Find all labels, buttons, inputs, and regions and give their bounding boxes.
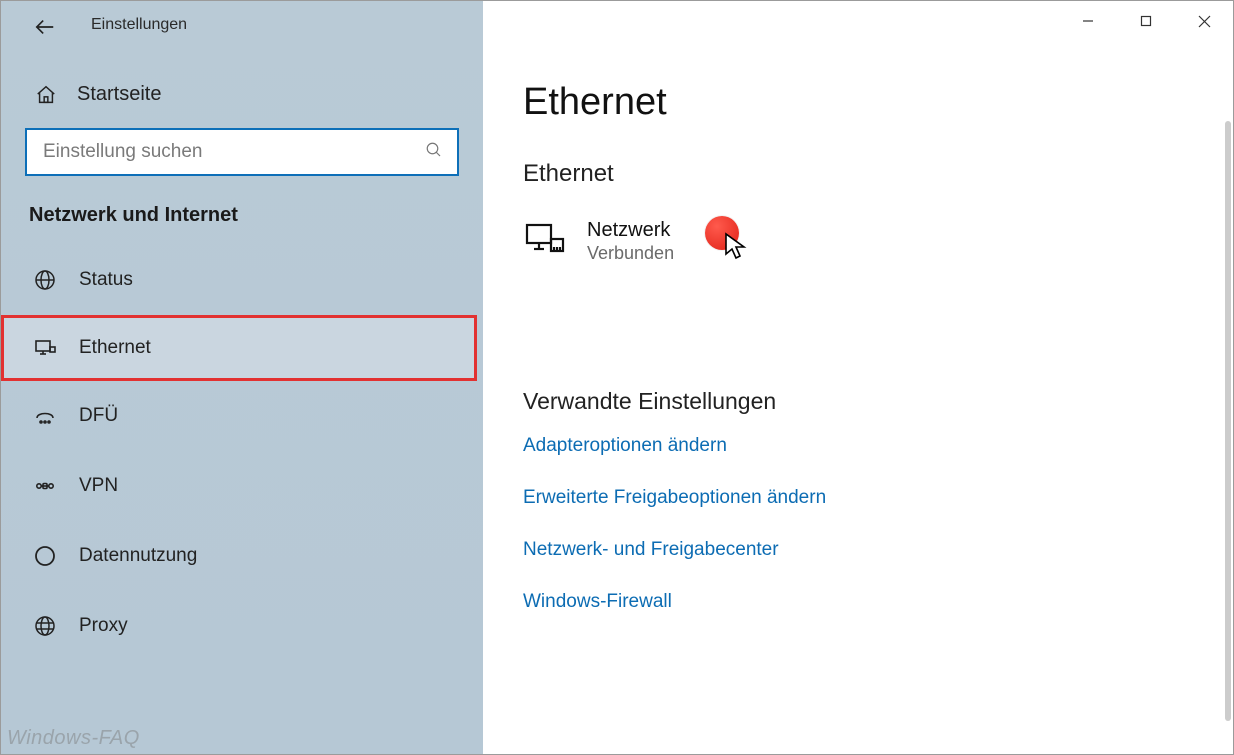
minimize-icon (1082, 15, 1094, 27)
app-title: Einstellungen (91, 16, 187, 34)
proxy-icon (33, 614, 57, 638)
ethernet-icon (33, 336, 57, 360)
sidebar-home-label: Startseite (77, 83, 161, 106)
content-pane: Ethernet Ethernet Netzwerk Verbunden Ver… (483, 1, 1233, 754)
related-link-firewall[interactable]: Windows-Firewall (523, 591, 1193, 613)
window-body: Einstellungen Startseite Netzwerk und In… (1, 1, 1233, 754)
sidebar-item-dfu[interactable]: DFÜ (1, 381, 483, 451)
annotation-click-marker (705, 216, 739, 250)
related-link-adapter[interactable]: Adapteroptionen ändern (523, 435, 1193, 457)
window-controls (1059, 1, 1233, 41)
home-icon (35, 84, 57, 106)
sidebar: Einstellungen Startseite Netzwerk und In… (1, 1, 483, 754)
search-icon (425, 141, 443, 164)
sidebar-home[interactable]: Startseite (1, 41, 483, 128)
sidebar-item-label: Datennutzung (79, 545, 197, 567)
related-link-sharing[interactable]: Erweiterte Freigabeoptionen ändern (523, 487, 1193, 509)
watermark: Windows-FAQ (7, 727, 140, 750)
network-icon (523, 221, 567, 261)
sidebar-item-label: Status (79, 269, 133, 291)
close-button[interactable] (1175, 1, 1233, 41)
sidebar-item-status[interactable]: Status (1, 245, 483, 315)
related-title: Verwandte Einstellungen (523, 388, 1193, 415)
sidebar-item-ethernet[interactable]: Ethernet (1, 315, 477, 381)
related-link-center[interactable]: Netzwerk- und Freigabecenter (523, 539, 1193, 561)
datausage-icon (33, 544, 57, 568)
back-arrow-icon (34, 16, 56, 38)
maximize-icon (1140, 15, 1152, 27)
sidebar-item-datausage[interactable]: Datennutzung (1, 521, 483, 591)
search-input[interactable] (41, 140, 425, 164)
related-settings: Verwandte Einstellungen Adapteroptionen … (523, 388, 1193, 613)
network-item[interactable]: Netzwerk Verbunden (523, 214, 943, 268)
sidebar-item-label: Ethernet (79, 337, 151, 359)
search-input-wrap[interactable] (25, 128, 459, 176)
settings-window: Einstellungen Startseite Netzwerk und In… (0, 0, 1234, 755)
globe-icon (33, 268, 57, 292)
network-status: Verbunden (587, 243, 674, 264)
sidebar-nav: Status Ethernet DFÜ (1, 245, 483, 661)
sidebar-item-vpn[interactable]: VPN (1, 451, 483, 521)
sidebar-item-label: VPN (79, 475, 118, 497)
vpn-icon (33, 474, 57, 498)
maximize-button[interactable] (1117, 1, 1175, 41)
scrollbar[interactable] (1225, 121, 1231, 721)
page-title: Ethernet (523, 81, 1193, 124)
close-icon (1198, 15, 1211, 28)
minimize-button[interactable] (1059, 1, 1117, 41)
sidebar-item-label: DFÜ (79, 405, 118, 427)
sidebar-item-label: Proxy (79, 615, 128, 637)
back-button[interactable] (31, 13, 59, 41)
dialup-icon (33, 404, 57, 428)
sidebar-item-proxy[interactable]: Proxy (1, 591, 483, 661)
network-name: Netzwerk (587, 218, 674, 243)
sidebar-section-title: Netzwerk und Internet (1, 204, 483, 245)
section-subtitle: Ethernet (523, 160, 1193, 188)
